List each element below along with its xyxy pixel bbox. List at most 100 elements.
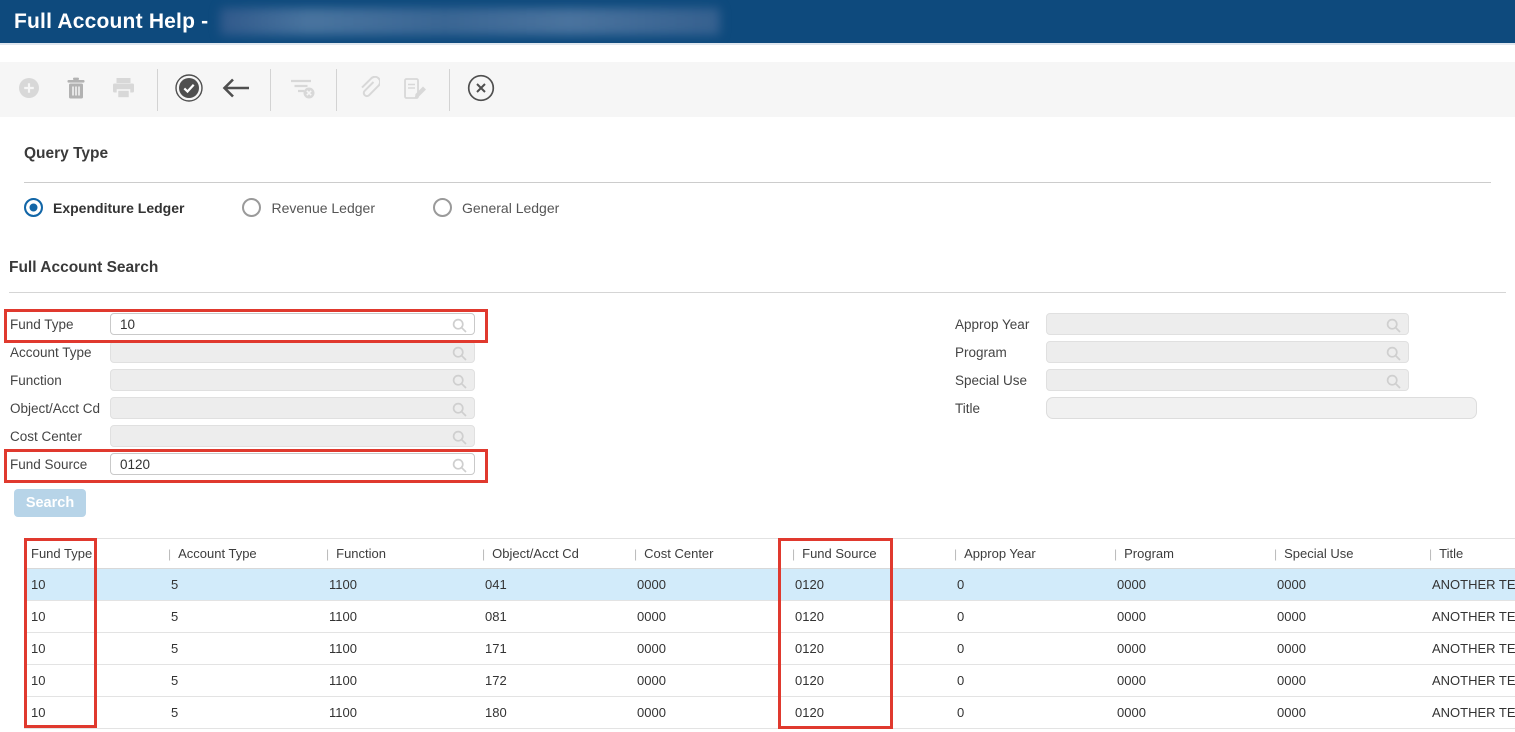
table-cell: 5 <box>164 697 322 728</box>
clear-filter-icon <box>288 75 316 104</box>
toolbar-button-clear-filter[interactable] <box>285 73 319 107</box>
column-header-object-acct-cd[interactable]: |Object/Acct Cd <box>478 539 630 568</box>
delete-icon <box>66 77 86 103</box>
query-type-heading: Query Type <box>24 145 108 163</box>
column-header-title[interactable]: |Title <box>1425 539 1515 568</box>
radio-option-label: General Ledger <box>462 200 585 216</box>
account-type-input[interactable] <box>110 341 475 363</box>
toolbar-button-delete[interactable] <box>59 73 93 107</box>
table-cell: 10 <box>24 633 164 664</box>
column-separator: | <box>954 547 957 561</box>
table-row[interactable]: 105110017100000120000000000ANOTHER TES <box>24 633 1515 665</box>
magnifier-icon[interactable] <box>1386 374 1401 389</box>
toolbar-button-confirm[interactable] <box>172 73 206 107</box>
radio-option-expenditure-ledger[interactable]: Expenditure Ledger <box>24 198 210 217</box>
table-row[interactable]: 105110008100000120000000000ANOTHER TES <box>24 601 1515 633</box>
approp-year-input[interactable] <box>1046 313 1409 335</box>
table-cell: 5 <box>164 569 322 600</box>
column-header-special-use[interactable]: |Special Use <box>1270 539 1425 568</box>
table-cell: 0000 <box>1270 697 1425 728</box>
fund-type-input[interactable]: 10 <box>110 313 475 335</box>
search-button[interactable]: Search <box>14 489 86 517</box>
radio-unselected-icon[interactable] <box>433 198 452 217</box>
column-header-account-type[interactable]: |Account Type <box>164 539 322 568</box>
magnifier-icon[interactable] <box>1386 318 1401 333</box>
radio-unselected-icon[interactable] <box>242 198 261 217</box>
table-cell: 0 <box>950 665 1110 696</box>
table-row[interactable]: 105110004100000120000000000ANOTHER TES <box>24 569 1515 601</box>
column-header-label: Object/Acct Cd <box>492 546 579 561</box>
column-header-function[interactable]: |Function <box>322 539 478 568</box>
table-cell: 0120 <box>788 697 950 728</box>
magnifier-icon[interactable] <box>452 430 467 445</box>
special-use-input[interactable] <box>1046 369 1409 391</box>
column-separator: | <box>634 547 637 561</box>
field-label-fund-type: Fund Type <box>10 317 110 332</box>
table-cell: 171 <box>478 633 630 664</box>
radio-option-revenue-ledger[interactable]: Revenue Ledger <box>242 198 401 217</box>
title-input[interactable] <box>1046 397 1477 419</box>
radio-option-general-ledger[interactable]: General Ledger <box>433 198 585 217</box>
table-cell: 0000 <box>1110 665 1270 696</box>
field-label-approp-year: Approp Year <box>955 317 1046 332</box>
toolbar-separator <box>157 69 158 111</box>
toolbar-button-add[interactable] <box>12 73 46 107</box>
toolbar-button-print[interactable] <box>106 73 140 107</box>
table-cell: 0000 <box>630 633 788 664</box>
column-header-cost-center[interactable]: |Cost Center <box>630 539 788 568</box>
table-cell: 081 <box>478 601 630 632</box>
toolbar-button-close[interactable] <box>464 73 498 107</box>
magnifier-icon[interactable] <box>452 374 467 389</box>
table-cell: 5 <box>164 633 322 664</box>
magnifier-icon[interactable] <box>452 346 467 361</box>
table-cell: 10 <box>24 697 164 728</box>
program-input[interactable] <box>1046 341 1409 363</box>
table-row[interactable]: 105110017200000120000000000ANOTHER TES <box>24 665 1515 697</box>
table-cell: ANOTHER TES <box>1425 633 1515 664</box>
column-header-label: Special Use <box>1284 546 1353 561</box>
field-row-program: Program <box>955 341 1515 363</box>
column-header-label: Function <box>336 546 386 561</box>
magnifier-icon[interactable] <box>452 402 467 417</box>
toolbar-button-edit[interactable] <box>398 73 432 107</box>
field-row-title: Title <box>955 397 1515 419</box>
column-header-fund-type[interactable]: Fund Type <box>24 539 164 568</box>
table-cell: 10 <box>24 601 164 632</box>
field-row-special-use: Special Use <box>955 369 1515 391</box>
magnifier-icon[interactable] <box>452 318 467 333</box>
field-row-approp-year: Approp Year <box>955 313 1515 335</box>
toolbar-separator <box>270 69 271 111</box>
field-label-fund-source: Fund Source <box>10 457 110 472</box>
object-acct-cd-input[interactable] <box>110 397 475 419</box>
table-cell: 0000 <box>630 665 788 696</box>
magnifier-icon[interactable] <box>452 458 467 473</box>
magnifier-icon[interactable] <box>1386 346 1401 361</box>
table-cell: ANOTHER TES <box>1425 665 1515 696</box>
confirm-icon <box>175 74 203 105</box>
query-type-options: Expenditure Ledger Revenue Ledger General … <box>24 198 617 217</box>
field-label-title: Title <box>955 401 1046 416</box>
table-cell: 10 <box>24 665 164 696</box>
table-cell: 0000 <box>1270 569 1425 600</box>
function-input[interactable] <box>110 369 475 391</box>
toolbar-button-back-arrow[interactable] <box>219 73 253 107</box>
table-cell: 0000 <box>1110 601 1270 632</box>
table-cell: 0000 <box>1110 697 1270 728</box>
fund-source-input[interactable]: 0120 <box>110 453 475 475</box>
toolbar-button-attachment[interactable] <box>351 73 385 107</box>
radio-selected-icon[interactable] <box>24 198 43 217</box>
column-header-label: Fund Type <box>31 546 92 561</box>
column-header-program[interactable]: |Program <box>1110 539 1270 568</box>
query-type-divider <box>24 182 1491 183</box>
column-header-label: Fund Source <box>802 546 876 561</box>
field-row-cost-center: Cost Center <box>10 425 488 447</box>
table-cell: 0120 <box>788 665 950 696</box>
search-form-left-column: Fund Type10Account TypeFunctionObject/Ac… <box>10 313 488 481</box>
column-header-fund-source[interactable]: |Fund Source <box>788 539 950 568</box>
table-row[interactable]: 105110018000000120000000000ANOTHER TES <box>24 697 1515 729</box>
cost-center-input[interactable] <box>110 425 475 447</box>
field-label-program: Program <box>955 345 1046 360</box>
table-cell: 0120 <box>788 633 950 664</box>
table-cell: 5 <box>164 601 322 632</box>
column-header-approp-year[interactable]: |Approp Year <box>950 539 1110 568</box>
